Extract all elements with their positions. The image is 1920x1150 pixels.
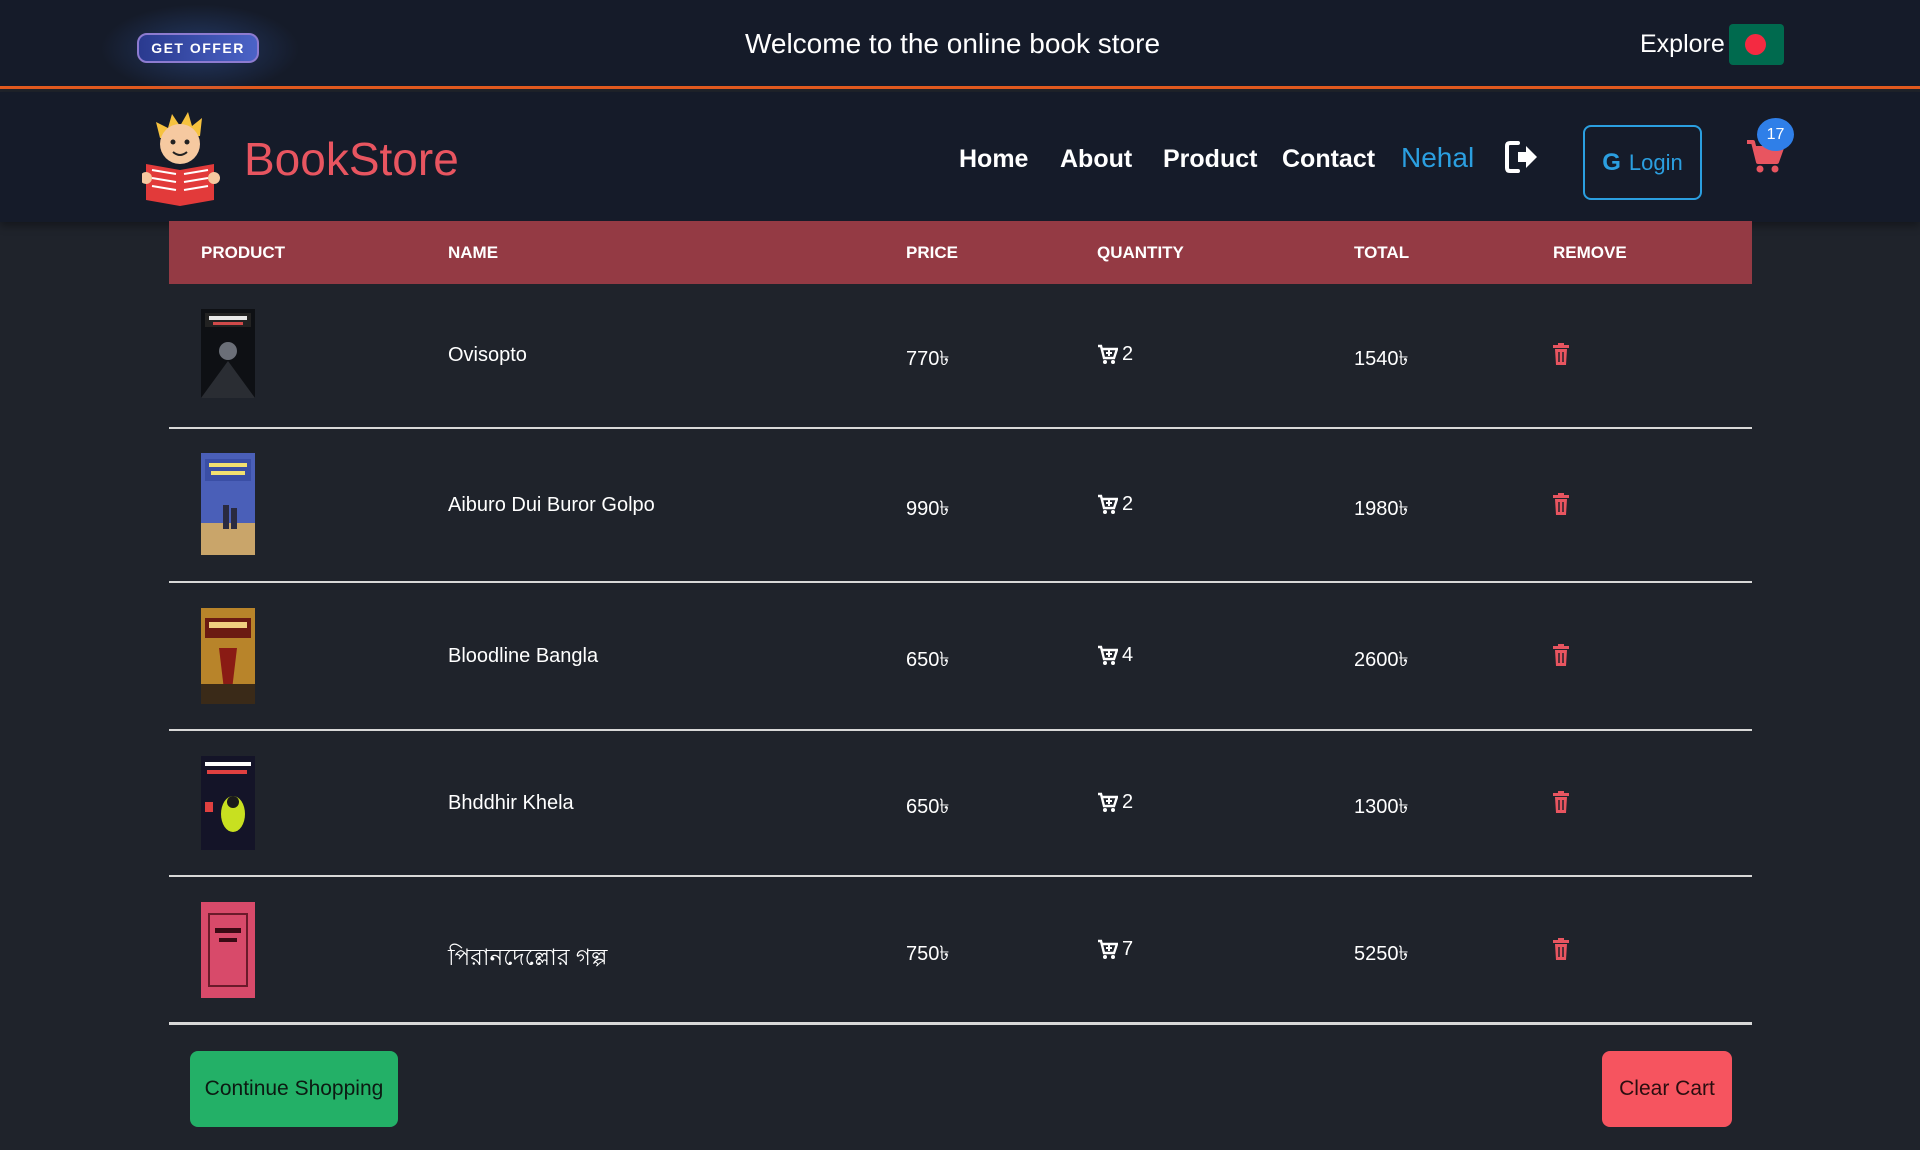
main-navbar: BookStore Home About Product Contact Neh… xyxy=(0,92,1920,222)
product-price: 650৳ xyxy=(906,649,950,671)
brand-name[interactable]: BookStore xyxy=(244,132,459,186)
cart-plus-icon[interactable] xyxy=(1097,494,1118,515)
bangladesh-flag-icon[interactable] xyxy=(1729,24,1784,65)
book-cover-image[interactable] xyxy=(201,453,255,555)
book-cover-image[interactable] xyxy=(201,309,255,398)
cart-count-badge: 17 xyxy=(1757,118,1794,151)
nav-home[interactable]: Home xyxy=(959,145,1028,174)
table-row: Bhddhir Khela 650৳ 2 1300৳ xyxy=(169,731,1752,877)
header-price: PRICE xyxy=(906,243,958,262)
quantity-value: 2 xyxy=(1122,343,1134,365)
cart-table-header: PRODUCT NAME PRICE QUANTITY TOTAL REMOVE xyxy=(169,221,1752,284)
table-row: Bloodline Bangla 650৳ 4 2600৳ xyxy=(169,583,1752,731)
product-price: 750৳ xyxy=(906,943,950,965)
header-quantity: QUANTITY xyxy=(1097,243,1184,262)
welcome-text: Welcome to the online book store xyxy=(744,28,1161,59)
product-total: 1980৳ xyxy=(1354,498,1409,520)
row-divider xyxy=(169,1022,1752,1025)
quantity-control[interactable]: 2 xyxy=(1097,493,1133,516)
product-total: 1540৳ xyxy=(1354,348,1409,370)
trash-icon[interactable] xyxy=(1553,493,1569,515)
get-offer-button[interactable]: GET OFFER xyxy=(137,33,259,63)
quantity-control[interactable]: 2 xyxy=(1097,343,1133,366)
nav-product[interactable]: Product xyxy=(1163,145,1257,174)
product-total: 1300৳ xyxy=(1354,796,1409,818)
nav-user-name[interactable]: Nehal xyxy=(1401,142,1474,174)
login-label: Login xyxy=(1628,149,1683,175)
trash-icon[interactable] xyxy=(1553,644,1569,666)
table-row: Ovisopto 770৳ 2 1540৳ xyxy=(169,284,1752,429)
product-price: 770৳ xyxy=(906,348,950,370)
product-name: পিরানদেল্লোর গল্প xyxy=(448,944,608,970)
explore-link[interactable]: Explore xyxy=(1640,30,1725,59)
quantity-value: 2 xyxy=(1122,493,1134,515)
cart-plus-icon[interactable] xyxy=(1097,939,1118,960)
header-name: NAME xyxy=(448,243,499,262)
trash-icon[interactable] xyxy=(1553,938,1569,960)
header-total: TOTAL xyxy=(1354,243,1410,262)
login-button[interactable]: G Login xyxy=(1583,125,1702,200)
quantity-control[interactable]: 7 xyxy=(1097,938,1133,961)
top-announcement-bar: GET OFFER Welcome to the online book sto… xyxy=(0,0,1920,94)
cart-plus-icon[interactable] xyxy=(1097,792,1118,813)
header-remove: REMOVE xyxy=(1553,243,1627,262)
cart-plus-icon[interactable] xyxy=(1097,645,1118,666)
book-cover-image[interactable] xyxy=(201,902,255,998)
google-icon: G xyxy=(1602,148,1621,176)
book-cover-image[interactable] xyxy=(201,608,255,704)
product-name: Bhddhir Khela xyxy=(448,792,574,814)
quantity-control[interactable]: 2 xyxy=(1097,791,1133,814)
product-price: 650৳ xyxy=(906,796,950,818)
product-name: Aiburo Dui Buror Golpo xyxy=(448,494,655,516)
table-row: Aiburo Dui Buror Golpo 990৳ 2 1980৳ xyxy=(169,429,1752,583)
product-total: 2600৳ xyxy=(1354,649,1409,671)
bookstore-logo-icon[interactable] xyxy=(142,108,220,208)
continue-shopping-button[interactable]: Continue Shopping xyxy=(190,1051,398,1127)
nav-about[interactable]: About xyxy=(1060,145,1132,174)
table-row: পিরানদেল্লোর গল্প 750৳ 7 5250৳ xyxy=(169,877,1752,1025)
nav-contact[interactable]: Contact xyxy=(1282,145,1375,174)
cart-plus-icon[interactable] xyxy=(1097,344,1118,365)
trash-icon[interactable] xyxy=(1553,791,1569,813)
quantity-value: 2 xyxy=(1122,791,1134,813)
quantity-value: 7 xyxy=(1122,938,1134,960)
header-product: PRODUCT xyxy=(201,243,286,262)
product-name: Ovisopto xyxy=(448,344,527,366)
clear-cart-button[interactable]: Clear Cart xyxy=(1602,1051,1732,1127)
trash-icon[interactable] xyxy=(1553,343,1569,365)
product-price: 990৳ xyxy=(906,498,950,520)
product-name: Bloodline Bangla xyxy=(448,645,599,667)
quantity-value: 4 xyxy=(1122,644,1134,666)
product-total: 5250৳ xyxy=(1354,943,1409,965)
logout-icon[interactable] xyxy=(1504,139,1540,175)
book-cover-image[interactable] xyxy=(201,756,255,850)
quantity-control[interactable]: 4 xyxy=(1097,644,1133,667)
